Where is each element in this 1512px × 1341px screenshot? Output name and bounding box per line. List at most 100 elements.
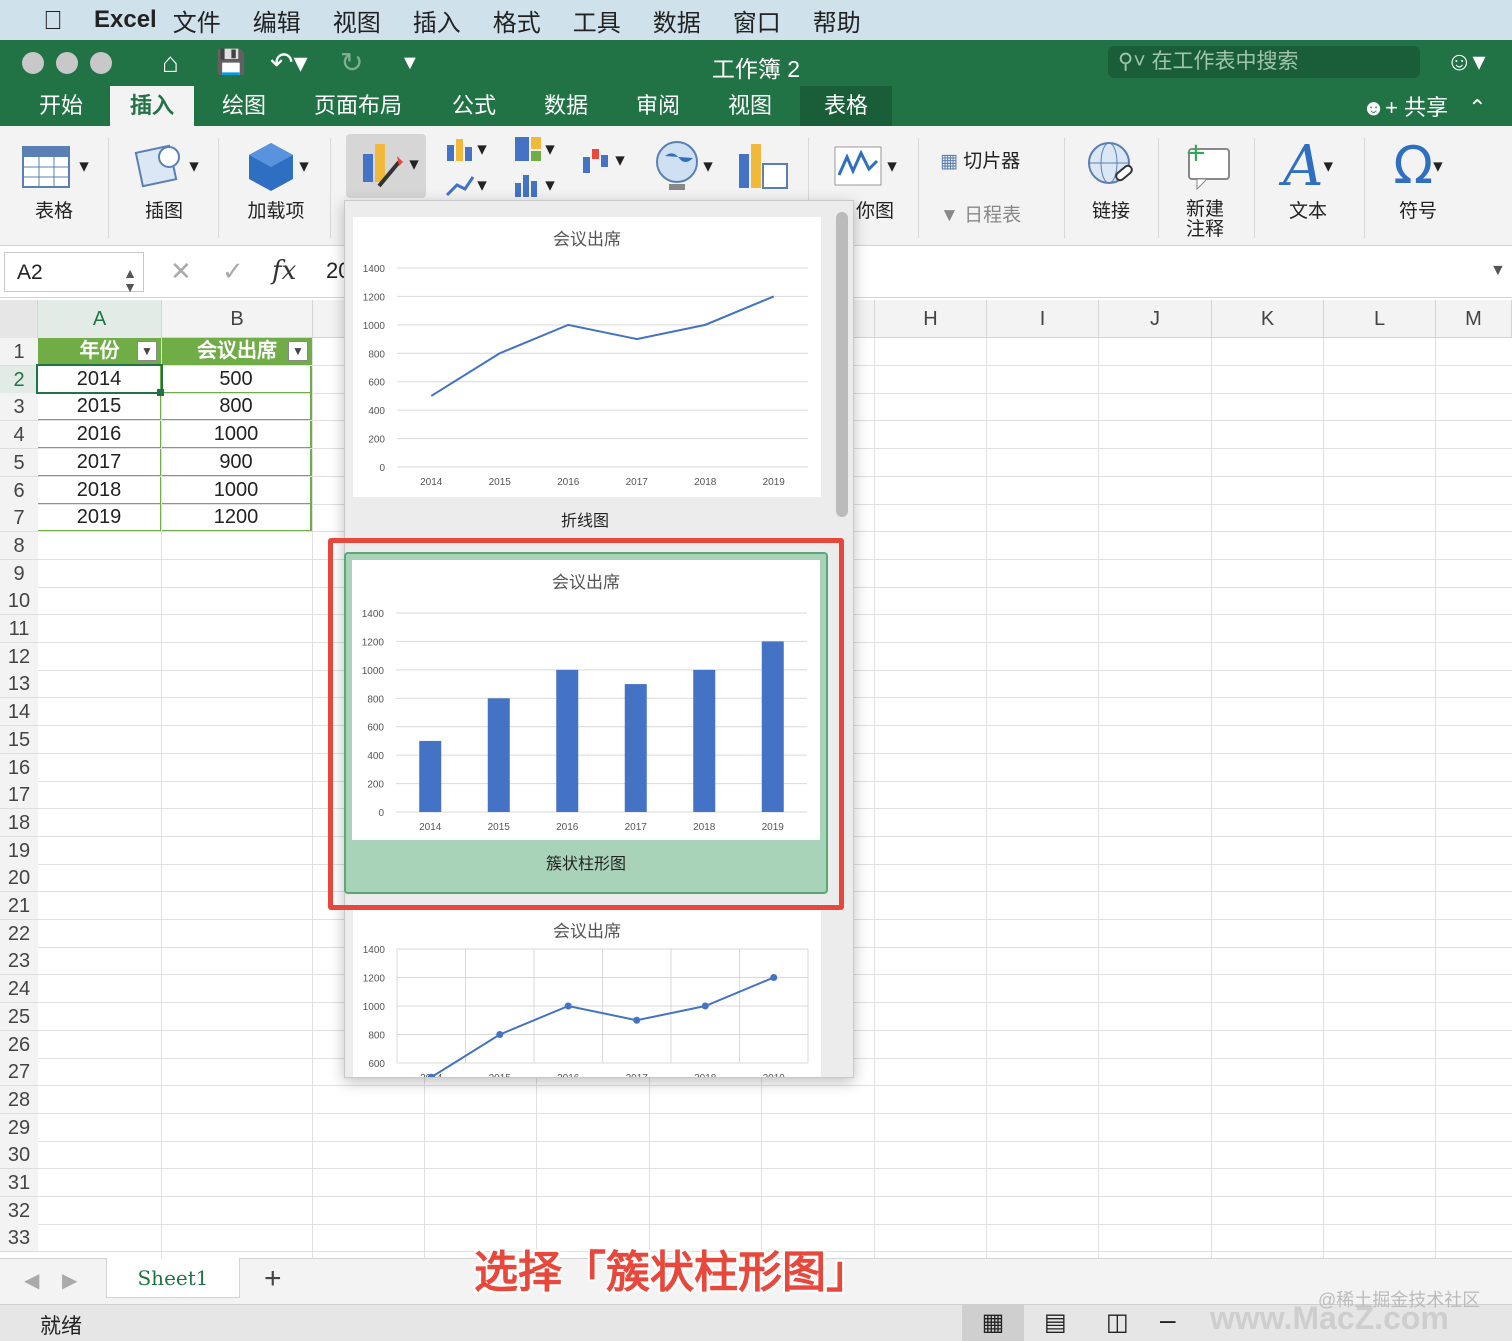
row-header-27[interactable]: 27 [0,1058,38,1086]
row-header-23[interactable]: 23 [0,947,38,975]
cell-attendance[interactable]: 900 [162,449,312,476]
new-comment-button[interactable]: + 新建 注释 [1170,136,1240,240]
normal-view-button[interactable]: ▦ [962,1304,1024,1341]
row-header-14[interactable]: 14 [0,698,38,726]
expand-formula-icon[interactable]: ▼ [1490,262,1506,280]
row-header-5[interactable]: 5 [0,449,38,477]
row-header-9[interactable]: 9 [0,560,38,588]
timeline-button[interactable]: ▼ 日程表 [940,200,1050,227]
column-header-M[interactable]: M [1436,300,1512,338]
text-button[interactable]: A ▾ 文本 [1270,134,1346,223]
row-header-17[interactable]: 17 [0,781,38,809]
waterfall-chart-button[interactable]: ▾ [574,140,630,180]
tab-review[interactable]: 审阅 [618,86,698,126]
column-chart-button[interactable]: ▾ [440,134,490,164]
insert-table-button[interactable]: ▾ 表格 [14,136,94,223]
row-header-31[interactable]: 31 [0,1169,38,1197]
pivot-chart-button[interactable] [732,136,794,196]
next-sheet-icon[interactable]: ▶ [62,1268,77,1293]
column-header-L[interactable]: L [1324,300,1436,338]
statistic-chart-button[interactable]: ▾ [508,170,558,200]
recommended-charts-button[interactable]: ▾ [346,134,426,198]
cancel-formula-icon[interactable]: ✕ [170,256,192,287]
row-header-12[interactable]: 12 [0,643,38,671]
tab-data[interactable]: 数据 [526,86,606,126]
row-header-20[interactable]: 20 [0,864,38,892]
cell-year[interactable]: 2015 [38,393,161,420]
add-sheet-button[interactable]: + [264,1262,282,1296]
row-header-19[interactable]: 19 [0,837,38,865]
name-box[interactable]: A2 ▲ ▼ [4,252,144,295]
select-all-corner[interactable] [0,300,38,338]
tab-formulas[interactable]: 公式 [434,86,514,126]
sheet-tab-sheet1[interactable]: Sheet1 [106,1258,240,1298]
row-header-13[interactable]: 13 [0,670,38,698]
addins-button[interactable]: ▾ 加载项 [236,136,316,223]
column-header-I[interactable]: I [987,300,1099,338]
menu-tools[interactable]: 工具 [573,3,621,38]
column-header-A[interactable]: A [38,300,162,338]
cell-attendance[interactable]: 500 [162,366,312,393]
line-markers-chart-option[interactable]: 会议出席600800100012001400201420152016201720… [353,909,821,1077]
table-header-year[interactable]: 年份 ▼ [38,338,161,365]
table-header-attendance[interactable]: 会议出席 ▼ [162,338,312,365]
row-header-1[interactable]: 1 [0,338,38,366]
feedback-smiley-icon[interactable]: ☺▾ [1446,46,1486,77]
tab-view[interactable]: 视图 [710,86,790,126]
line-chart-button[interactable]: ▾ [440,170,490,200]
row-header-24[interactable]: 24 [0,975,38,1003]
menu-file[interactable]: 文件 [173,3,221,38]
column-header-H[interactable]: H [875,300,987,338]
row-header-6[interactable]: 6 [0,477,38,505]
column-header-K[interactable]: K [1212,300,1324,338]
row-header-3[interactable]: 3 [0,393,38,421]
row-header-30[interactable]: 30 [0,1141,38,1169]
row-header-32[interactable]: 32 [0,1197,38,1225]
page-break-view-icon[interactable]: ◫ [1106,1308,1129,1337]
zoom-out-icon[interactable]: – [1160,1304,1176,1336]
row-header-16[interactable]: 16 [0,754,38,782]
row-header-10[interactable]: 10 [0,587,38,615]
tab-page-layout[interactable]: 页面布局 [300,86,416,126]
tab-home[interactable]: 开始 [22,86,100,126]
cell-attendance[interactable]: 800 [162,393,312,420]
row-header-8[interactable]: 8 [0,532,38,560]
cell-attendance[interactable]: 1000 [162,477,312,504]
row-header-4[interactable]: 4 [0,421,38,449]
map-chart-button[interactable]: ▾ [644,136,720,196]
cell-year[interactable]: 2017 [38,449,161,476]
menu-window[interactable]: 窗口 [733,3,781,38]
tab-insert[interactable]: 插入 [110,86,194,126]
enter-formula-icon[interactable]: ✓ [222,256,244,287]
filter-dropdown-icon[interactable]: ▼ [137,341,157,361]
apple-icon[interactable]:  [30,5,76,36]
function-icon[interactable]: fx [272,256,296,286]
cell-year[interactable]: 2016 [38,421,161,448]
menu-data[interactable]: 数据 [653,3,701,38]
gallery-scrollbar[interactable] [836,212,848,517]
column-header-B[interactable]: B [162,300,313,338]
filter-dropdown-icon[interactable]: ▼ [288,341,308,361]
column-header-J[interactable]: J [1099,300,1212,338]
row-header-15[interactable]: 15 [0,726,38,754]
menu-view[interactable]: 视图 [333,3,381,38]
cell-attendance[interactable]: 1200 [162,504,312,531]
cell-year[interactable]: 2018 [38,477,161,504]
prev-sheet-icon[interactable]: ◀ [24,1268,39,1293]
collapse-ribbon-icon[interactable]: ⌃ [1468,95,1486,120]
cell-attendance[interactable]: 1000 [162,421,312,448]
menu-format[interactable]: 格式 [493,3,541,38]
menu-edit[interactable]: 编辑 [253,3,301,38]
menu-help[interactable]: 帮助 [813,3,861,38]
row-header-26[interactable]: 26 [0,1031,38,1059]
row-header-33[interactable]: 33 [0,1224,38,1252]
line-chart-option[interactable]: 会议出席 0 200 400 600 800 1000 1200 1400 2014 2015 201… [353,217,821,497]
row-header-21[interactable]: 21 [0,892,38,920]
row-header-29[interactable]: 29 [0,1114,38,1142]
symbol-button[interactable]: Ω ▾ 符号 [1380,136,1456,223]
row-header-25[interactable]: 25 [0,1003,38,1031]
share-button[interactable]: ☻+ 共享 ⌃ [1362,90,1487,122]
menu-insert[interactable]: 插入 [413,3,461,38]
row-header-18[interactable]: 18 [0,809,38,837]
row-header-22[interactable]: 22 [0,920,38,948]
